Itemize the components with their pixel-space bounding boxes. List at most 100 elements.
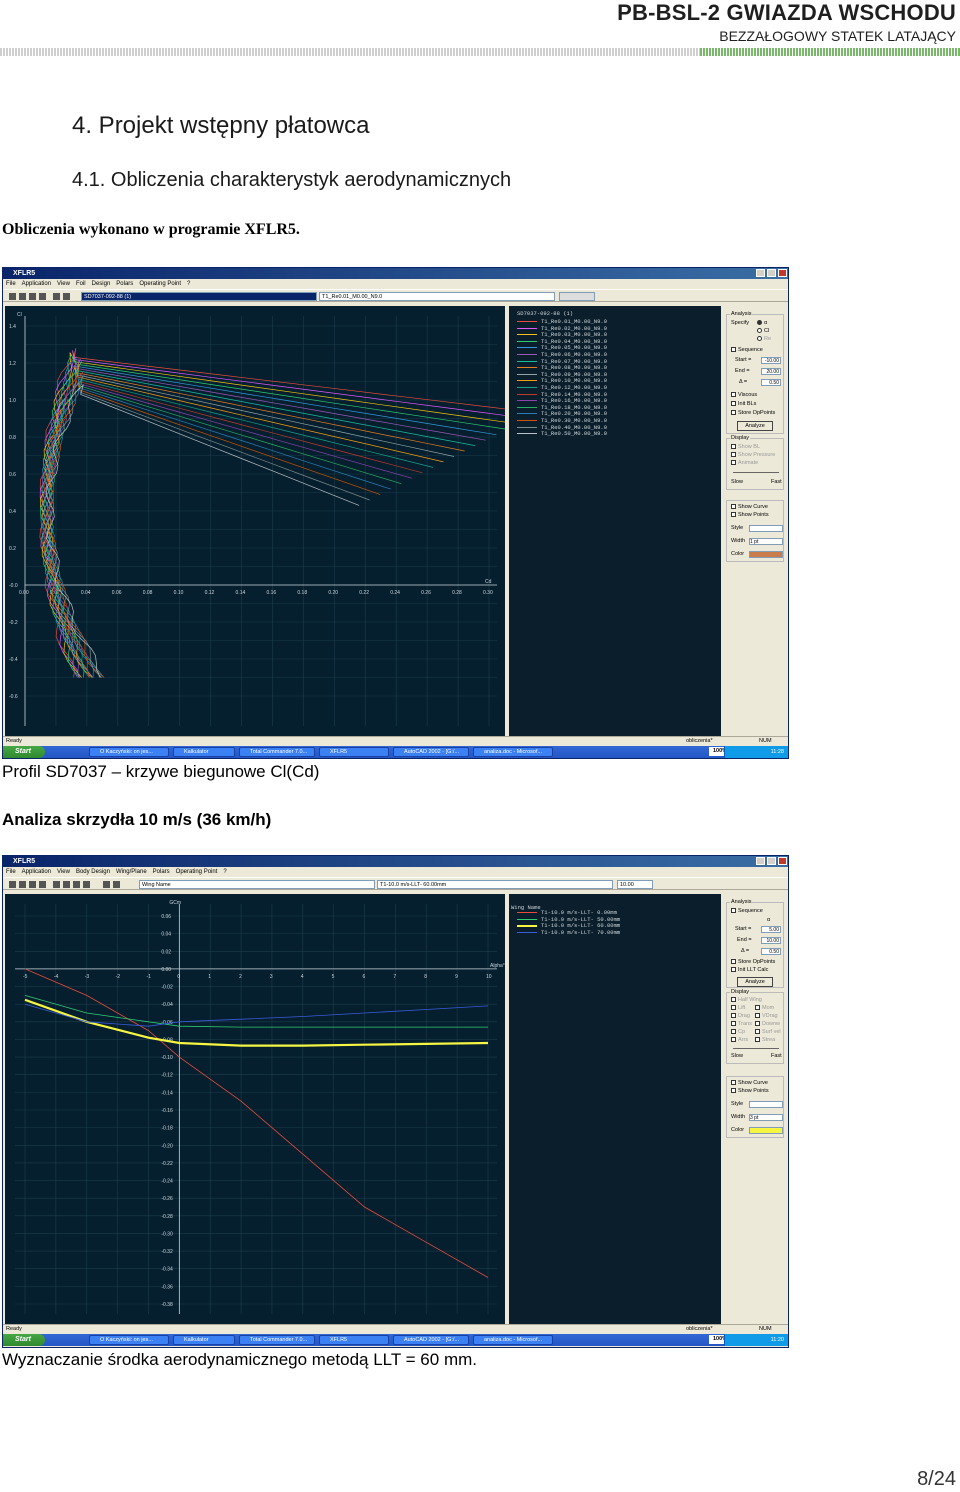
width-select[interactable]: 3 pt (749, 1114, 783, 1121)
taskbar-item[interactable]: Kalkulator (173, 747, 235, 757)
polar-graph[interactable]: 1.4 1.2 1.0 0.8 0.6 0.4 0.2 -0.0 -0.2 -0.4 -0.6 0.0… (5, 306, 505, 736)
open-file-icon[interactable] (19, 293, 26, 300)
moment-checkbox[interactable] (755, 1005, 760, 1011)
re-radio[interactable] (757, 336, 762, 342)
width-select[interactable]: 1 pt (749, 538, 783, 545)
foil-select[interactable]: SD7037-092-88 (1) (81, 292, 317, 301)
menu-file[interactable]: File (6, 281, 16, 287)
menu-polars[interactable]: Polars (153, 869, 170, 875)
half-wing-checkbox[interactable] (731, 997, 736, 1003)
menu-body-design[interactable]: Body Design (76, 869, 110, 875)
alpha-radio[interactable] (757, 320, 762, 326)
menu-view[interactable]: View (57, 281, 70, 287)
wing-select[interactable]: Wing Name (139, 880, 375, 889)
trans-checkbox[interactable] (731, 1021, 736, 1027)
end-field[interactable]: 20.00 (761, 368, 781, 375)
wpolar-select[interactable]: T1-10.0 m/s-LLT- 60.00mm (377, 880, 613, 889)
taskbar-item[interactable]: Kalkulator (173, 1335, 235, 1345)
taskbar-item[interactable]: analiza.doc - Microsof... (473, 1335, 553, 1345)
show-points-checkbox[interactable] (731, 512, 736, 518)
downwash-checkbox[interactable] (755, 1021, 760, 1027)
speed-slider[interactable] (733, 472, 779, 473)
close-button[interactable] (778, 269, 787, 277)
print-icon[interactable] (39, 293, 46, 300)
reset-view-icon[interactable] (63, 881, 70, 888)
vdrag-checkbox[interactable] (755, 1013, 760, 1019)
menu-operating-point[interactable]: Operating Point (176, 869, 218, 875)
sequence-checkbox[interactable] (731, 908, 736, 914)
taskbar-item[interactable]: Total Commander 7.0... (239, 1335, 315, 1345)
taskbar-item[interactable]: XFLR5 (319, 1335, 389, 1345)
new-file-icon[interactable] (9, 293, 16, 300)
graph-icon[interactable] (73, 881, 80, 888)
minimize-button[interactable] (756, 857, 765, 865)
close-button[interactable] (778, 857, 787, 865)
viscous-checkbox[interactable] (731, 392, 736, 398)
start-field[interactable]: -10.00 (761, 357, 781, 364)
reset-view-icon[interactable] (63, 293, 70, 300)
menu-application[interactable]: Application (22, 281, 51, 287)
end-field[interactable]: 10.00 (761, 937, 781, 944)
start-button[interactable]: Start (3, 746, 45, 758)
new-file-icon[interactable] (9, 881, 16, 888)
maximize-button[interactable] (767, 269, 776, 277)
menu-foil[interactable]: Foil (76, 281, 86, 287)
arrows-checkbox[interactable] (731, 1037, 736, 1043)
menu--[interactable]: ? (187, 281, 190, 287)
show-curve-checkbox[interactable] (731, 504, 736, 510)
taskbar-item[interactable]: XFLR5 (319, 747, 389, 757)
style-select[interactable] (749, 1101, 783, 1108)
oppoint-select[interactable] (559, 292, 595, 301)
save-icon[interactable] (29, 293, 36, 300)
color-swatch[interactable] (749, 551, 783, 558)
speed-slider[interactable] (733, 1048, 779, 1049)
menu-application[interactable]: Application (22, 869, 51, 875)
start-button[interactable]: Start (3, 1334, 45, 1346)
store-oppoints-checkbox[interactable] (731, 410, 736, 416)
animate-checkbox[interactable] (731, 460, 736, 466)
zoom-icon[interactable] (53, 293, 60, 300)
stream-checkbox[interactable] (755, 1037, 760, 1043)
cl-radio[interactable] (757, 328, 762, 334)
polar-select[interactable]: T1_Re0.01_M0.00_N9.0 (319, 292, 555, 301)
show-points-checkbox[interactable] (731, 1088, 736, 1094)
style-select[interactable] (749, 525, 783, 532)
zoom-icon[interactable] (53, 881, 60, 888)
cp-view-icon[interactable] (113, 881, 120, 888)
taskbar-item[interactable]: AutoCAD 2002 - [G:/... (393, 747, 469, 757)
initbl-checkbox[interactable] (731, 401, 736, 407)
show-curve-checkbox[interactable] (731, 1080, 736, 1086)
minimize-button[interactable] (756, 269, 765, 277)
lift-checkbox[interactable] (731, 1005, 736, 1011)
analyze-button[interactable]: Analyze (737, 421, 773, 431)
taskbar-item[interactable]: AutoCAD 2002 - [G:/... (393, 1335, 469, 1345)
taskbar-item[interactable]: analiza.doc - Microsof... (473, 747, 553, 757)
delta-field[interactable]: 0.50 (761, 379, 781, 386)
wing-icon[interactable] (83, 881, 90, 888)
maximize-button[interactable] (767, 857, 776, 865)
analyze-button[interactable]: Analyze (737, 977, 773, 987)
menu-wing-plane[interactable]: Wing/Plane (116, 869, 147, 875)
surf-vel-checkbox[interactable] (755, 1029, 760, 1035)
taskbar-item[interactable]: O Kaczyński: on jes... (89, 747, 169, 757)
cm-alpha-graph[interactable]: 0.06 0.04 0.02 0.00 -0.02 -0.04 -0.06 -0.08 -0.1… (5, 894, 505, 1324)
menu-design[interactable]: Design (92, 281, 111, 287)
oppoint-select[interactable]: 10.00 (617, 880, 653, 889)
open-file-icon[interactable] (19, 881, 26, 888)
show-pressure-checkbox[interactable] (731, 452, 736, 458)
init-llt-checkbox[interactable] (731, 967, 736, 973)
menu-polars[interactable]: Polars (116, 281, 133, 287)
sequence-checkbox[interactable] (731, 347, 736, 353)
menu-operating-point[interactable]: Operating Point (139, 281, 181, 287)
store-oppoints-checkbox[interactable] (731, 959, 736, 965)
menu--[interactable]: ? (223, 869, 226, 875)
print-icon[interactable] (39, 881, 46, 888)
color-swatch[interactable] (749, 1127, 783, 1134)
drag-checkbox[interactable] (731, 1013, 736, 1019)
start-field[interactable]: 5.00 (761, 926, 781, 933)
delta-field[interactable]: 0.50 (761, 948, 781, 955)
show-bl-checkbox[interactable] (731, 444, 736, 450)
3d-view-icon[interactable] (103, 881, 110, 888)
save-icon[interactable] (29, 881, 36, 888)
taskbar-item[interactable]: Total Commander 7.0... (239, 747, 315, 757)
